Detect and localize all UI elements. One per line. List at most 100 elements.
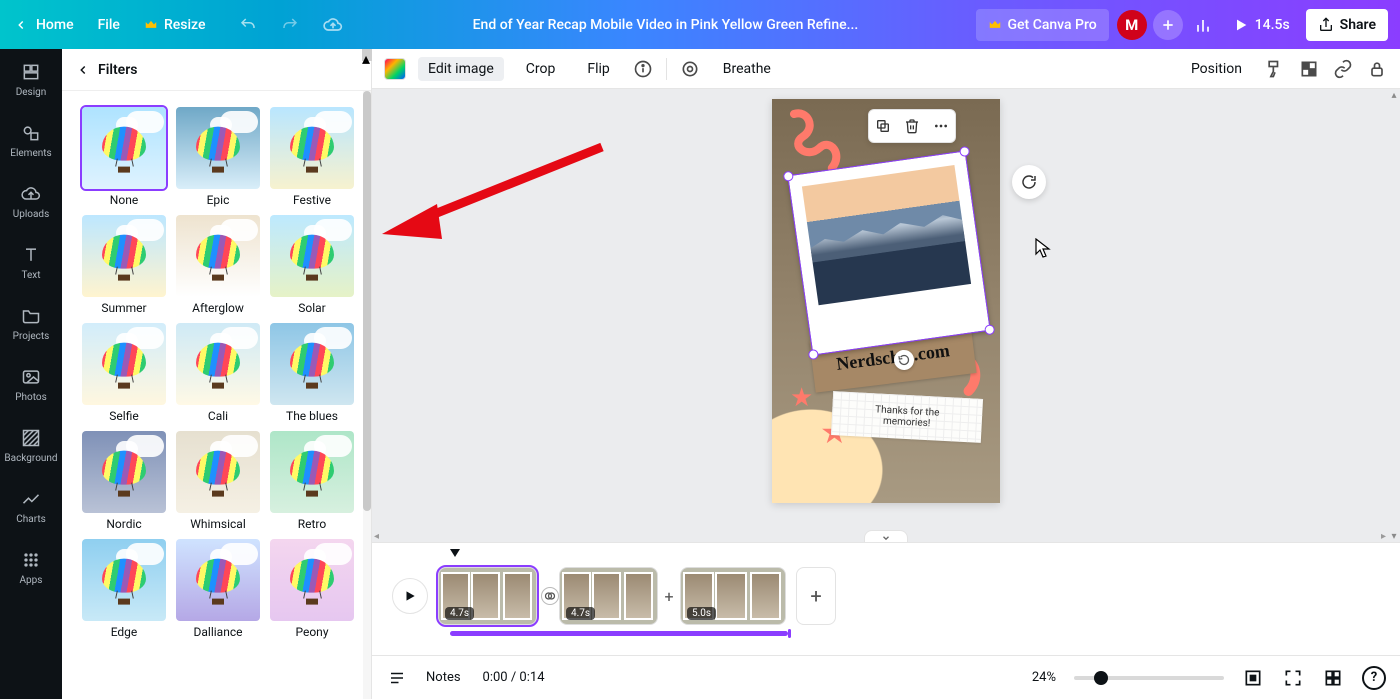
zoom-slider[interactable] (1074, 676, 1224, 680)
filter-none[interactable]: None (82, 107, 166, 207)
play-button[interactable] (392, 578, 428, 614)
timeline-clip[interactable]: 5.0s (680, 567, 786, 625)
transition-button[interactable] (541, 587, 555, 606)
more-icon[interactable] (932, 117, 950, 135)
grid-view-icon[interactable] (1322, 667, 1344, 689)
filter-retro[interactable]: Retro (270, 431, 354, 531)
filter-nordic[interactable]: Nordic (82, 431, 166, 531)
scroll-up-icon[interactable]: ▴ (1388, 89, 1400, 101)
rail-elements[interactable]: Elements (0, 110, 62, 171)
canvas-vertical-scroll[interactable]: ▴ ▾ (1388, 89, 1400, 542)
scroll-down-icon[interactable]: ▾ (1388, 530, 1400, 542)
file-menu[interactable]: File (86, 0, 132, 49)
rail-design[interactable]: Design (0, 49, 62, 110)
document-title[interactable]: End of Year Recap Mobile Video in Pink Y… (355, 17, 975, 33)
background-icon (20, 427, 42, 449)
redo-button[interactable] (269, 0, 311, 49)
rail-projects[interactable]: Projects (0, 293, 62, 354)
filter-thumb (82, 539, 166, 621)
timeline-ruler[interactable] (450, 549, 1380, 559)
annotation-arrow (382, 139, 612, 239)
share-button[interactable]: Share (1306, 9, 1388, 41)
design-page[interactable]: ★ ★ Nerdscha .com Thanks for the memorie… (772, 99, 1000, 503)
resize-button[interactable]: Resize (132, 0, 218, 49)
filter-cali[interactable]: Cali (176, 323, 260, 423)
add-member-button[interactable] (1153, 10, 1183, 40)
crop-button[interactable]: Crop (516, 57, 566, 81)
timeline-clip[interactable]: 4.7s (559, 567, 658, 625)
filter-selfie[interactable]: Selfie (82, 323, 166, 423)
divider (666, 58, 667, 80)
notes-button[interactable]: Notes (426, 670, 461, 685)
timeline-track-end[interactable] (788, 629, 791, 638)
filter-dalliance[interactable]: Dalliance (176, 539, 260, 639)
edit-image-button[interactable]: Edit image (418, 57, 504, 81)
lock-icon[interactable] (1366, 58, 1388, 80)
playhead-marker[interactable] (450, 549, 460, 557)
filter-summer[interactable]: Summer (82, 215, 166, 315)
left-rail: Design Elements Uploads Text Projects Ph… (0, 49, 62, 699)
fullscreen-icon[interactable] (1282, 667, 1304, 689)
rail-background[interactable]: Background (0, 415, 62, 476)
copy-style-icon[interactable] (1264, 58, 1286, 80)
duplicate-icon[interactable] (874, 117, 892, 135)
cloud-upload-icon (20, 183, 42, 205)
rail-text[interactable]: Text (0, 232, 62, 293)
crown-icon (144, 18, 158, 32)
undo-button[interactable] (227, 0, 269, 49)
filter-peony[interactable]: Peony (270, 539, 354, 639)
regenerate-button[interactable] (1012, 165, 1046, 199)
link-icon[interactable] (1332, 58, 1354, 80)
clip-duration: 4.7s (566, 607, 595, 620)
templates-icon (20, 61, 42, 83)
help-button[interactable]: ? (1362, 666, 1386, 690)
outer-scroll-up[interactable]: ▴ (362, 49, 372, 61)
filter-label: Epic (207, 193, 230, 207)
get-pro-button[interactable]: Get Canva Pro (976, 9, 1109, 41)
filter-festive[interactable]: Festive (270, 107, 354, 207)
add-between-button[interactable]: + (662, 587, 676, 606)
memo-note[interactable]: Thanks for the memories! (831, 391, 983, 443)
home-button[interactable]: Home (0, 0, 86, 49)
filter-thumb (270, 539, 354, 621)
polaroid-photo[interactable] (788, 151, 989, 354)
filter-thumb (270, 107, 354, 189)
home-label: Home (36, 17, 74, 33)
filter-afterglow[interactable]: Afterglow (176, 215, 260, 315)
info-icon[interactable] (632, 58, 654, 80)
filter-edge[interactable]: Edge (82, 539, 166, 639)
star-icon: ★ (790, 383, 813, 413)
scroll-left-icon[interactable]: ◂ (374, 531, 379, 542)
cloud-sync-icon[interactable] (311, 0, 355, 49)
filter-epic[interactable]: Epic (176, 107, 260, 207)
filter-whimsical[interactable]: Whimsical (176, 431, 260, 531)
notes-icon[interactable] (386, 667, 408, 689)
scroll-right-icon[interactable]: ▸ (1381, 531, 1386, 542)
timeline-track[interactable] (450, 631, 788, 636)
panel-scrollbar-thumb[interactable] (363, 91, 371, 511)
delete-icon[interactable] (903, 117, 921, 135)
canvas-area[interactable]: ★ ★ Nerdscha .com Thanks for the memorie… (372, 89, 1400, 542)
animate-label[interactable]: Breathe (713, 57, 781, 81)
filter-the-blues[interactable]: The blues (270, 323, 354, 423)
rail-apps[interactable]: Apps (0, 537, 62, 598)
timeline-clip[interactable]: 4.7s (438, 567, 537, 625)
rail-uploads[interactable]: Uploads (0, 171, 62, 232)
analytics-button[interactable] (1183, 9, 1223, 41)
animate-icon[interactable] (679, 58, 701, 80)
panel-header[interactable]: Filters (62, 49, 371, 91)
zoom-slider-knob[interactable] (1094, 671, 1108, 685)
avatar[interactable]: M (1117, 10, 1147, 40)
present-button[interactable]: 14.5s (1223, 9, 1300, 41)
add-page-button[interactable]: + (796, 567, 836, 625)
transparency-icon[interactable] (1298, 58, 1320, 80)
resize-handle[interactable] (783, 171, 794, 182)
filter-solar[interactable]: Solar (270, 215, 354, 315)
rail-photos[interactable]: Photos (0, 354, 62, 415)
flip-button[interactable]: Flip (577, 57, 619, 81)
fit-icon[interactable] (1242, 667, 1264, 689)
zoom-value[interactable]: 24% (1032, 670, 1056, 685)
color-swatch[interactable] (384, 58, 406, 80)
position-button[interactable]: Position (1181, 57, 1252, 81)
rail-charts[interactable]: Charts (0, 476, 62, 537)
